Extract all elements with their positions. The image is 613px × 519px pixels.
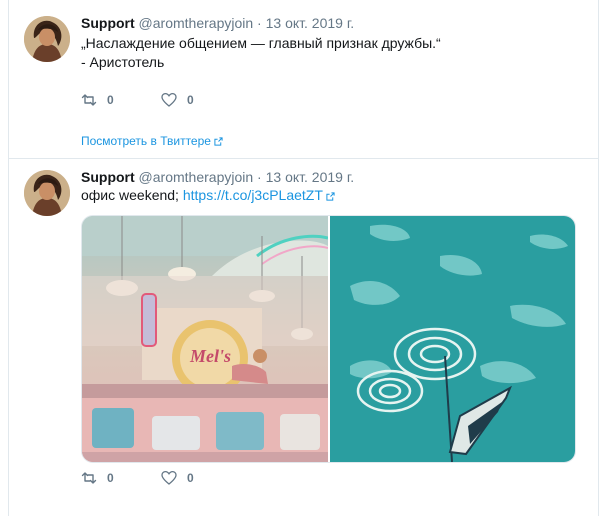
tweet[interactable]: Support @aromtherapyjoin · 13 окт. 2019 …	[9, 0, 598, 159]
tweet-date[interactable]: 13 окт. 2019 г.	[266, 169, 355, 185]
retweet-count: 0	[107, 471, 114, 485]
like-count: 0	[187, 93, 194, 107]
retweet-icon	[81, 472, 97, 484]
author-name[interactable]: Support	[81, 169, 135, 185]
like-button[interactable]: 0	[161, 469, 194, 487]
tweet-header: Support @aromtherapyjoin · 13 окт. 2019 …	[81, 14, 354, 32]
tweet-text-line: „Наслаждение общением — главный признак …	[81, 35, 441, 51]
tweet-header: Support @aromtherapyjoin · 13 окт. 2019 …	[81, 168, 354, 186]
author-name[interactable]: Support	[81, 15, 135, 31]
view-on-twitter-label: Посмотреть в Твиттере	[81, 134, 211, 148]
retweet-button[interactable]: 0	[81, 91, 114, 109]
boat-photo[interactable]	[330, 216, 575, 462]
like-button[interactable]: 0	[161, 91, 194, 109]
heart-icon	[161, 470, 177, 485]
retweet-count: 0	[107, 93, 114, 107]
diner-photo[interactable]: Mel's	[82, 216, 329, 462]
tweet-text: „Наслаждение общением — главный признак …	[81, 34, 581, 72]
retweet-button[interactable]: 0	[81, 469, 114, 487]
tweet-text-body: офис weekend;	[81, 187, 179, 203]
like-count: 0	[187, 471, 194, 485]
avatar[interactable]	[24, 16, 70, 62]
tweet-text: офис weekend; https://t.co/j3cPLaetZT	[81, 186, 335, 205]
avatar[interactable]	[24, 170, 70, 216]
external-link-icon	[214, 137, 223, 146]
author-handle[interactable]: @aromtherapyjoin	[139, 15, 254, 31]
author-handle[interactable]: @aromtherapyjoin	[139, 169, 254, 185]
tweet[interactable]: Support @aromtherapyjoin · 13 окт. 2019 …	[9, 159, 598, 519]
timeline: Support @aromtherapyjoin · 13 окт. 2019 …	[8, 0, 599, 516]
heart-icon	[161, 92, 177, 107]
retweet-icon	[81, 94, 97, 106]
separator: ·	[257, 15, 262, 31]
separator: ·	[257, 169, 262, 185]
external-link-icon	[326, 192, 335, 201]
view-on-twitter-link[interactable]: Посмотреть в Твиттере	[81, 134, 223, 148]
tweet-text-line: - Аристотель	[81, 54, 165, 70]
tweet-link[interactable]: https://t.co/j3cPLaetZT	[183, 187, 323, 203]
tweet-date[interactable]: 13 окт. 2019 г.	[266, 15, 355, 31]
tweet-media[interactable]: Mel's	[81, 215, 576, 463]
diner-sign-text: Mel's	[189, 346, 231, 366]
